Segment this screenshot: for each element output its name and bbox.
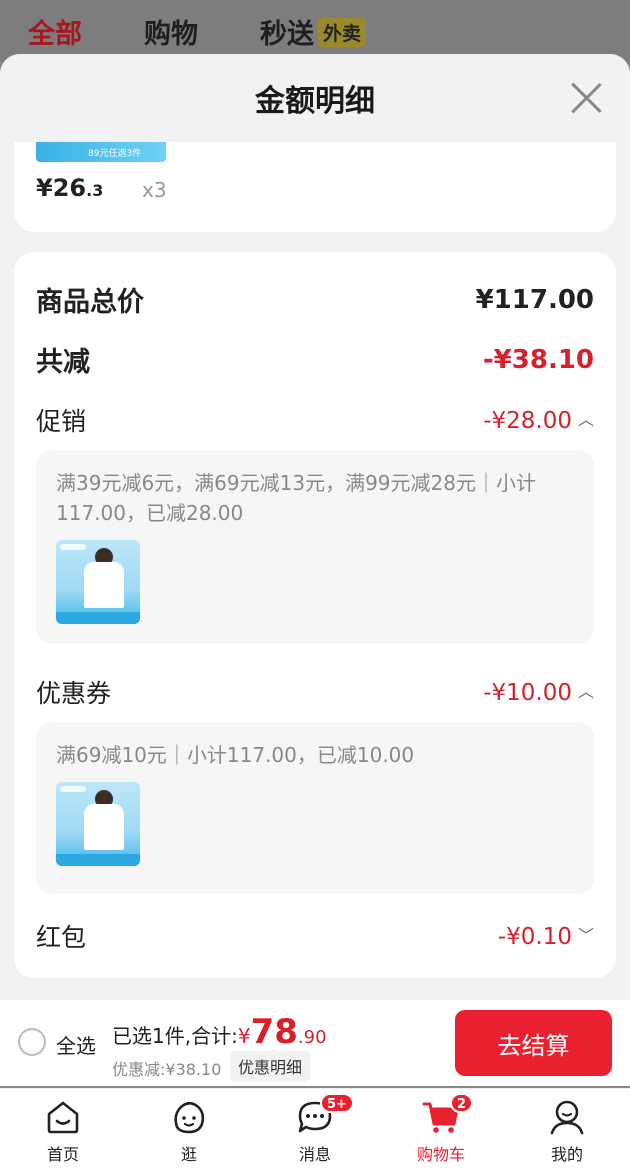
nav-home[interactable]: 首页 — [0, 1089, 126, 1173]
browse-face-icon — [174, 1101, 205, 1134]
currency-symbol: ¥ — [237, 1024, 251, 1048]
reduce-value: -¥38.10 — [482, 344, 594, 375]
select-all-radio[interactable] — [18, 1028, 46, 1056]
redpack-label: 红包 — [36, 923, 87, 952]
messages-badge: 5+ — [320, 1093, 354, 1113]
item-card: 89元任选3件 ¥26.3 x3 — [14, 142, 616, 232]
product-image[interactable] — [56, 782, 140, 866]
selected-text: 已选1件,合计: — [112, 1024, 238, 1048]
checkout-button[interactable]: 去结算 — [455, 1010, 612, 1076]
nav-cart[interactable]: 购物车 2 — [378, 1089, 504, 1173]
sheet-title: 金额明细 — [255, 84, 375, 119]
total-value: ¥117.00 — [475, 284, 594, 315]
coupon-description: 满69减10元｜小计117.00，已减10.00 — [56, 743, 415, 767]
promo-description: 满39元减6元，满69元减13元，满99元减28元｜小计117.00，已减28.… — [56, 471, 536, 525]
nav-cart-label: 购物车 — [416, 1145, 465, 1164]
chevron-up-icon: ︿ — [577, 682, 594, 701]
redpack-row[interactable]: 红包 -¥0.10 ﹀ — [36, 918, 594, 954]
item-quantity: x3 — [142, 178, 167, 202]
amount-decimal: .90 — [297, 1027, 327, 1048]
tab-shopping[interactable]: 购物 — [144, 12, 198, 51]
select-all-label[interactable]: 全选 — [56, 1030, 96, 1059]
item-price-main: ¥26 — [36, 174, 87, 202]
promo-detail-box: 满39元减6元，满69元减13元，满99元减28元｜小计117.00，已减28.… — [36, 450, 594, 644]
thumbnail-promo-text: 89元任选3件 — [88, 149, 142, 159]
reduce-label: 共减 — [36, 347, 90, 378]
product-image[interactable] — [56, 540, 140, 624]
nav-home-label: 首页 — [46, 1145, 79, 1164]
chevron-up-icon: ︿ — [577, 410, 594, 429]
waimai-badge: 外卖 — [318, 17, 367, 47]
nav-messages[interactable]: 消息 5+ — [252, 1089, 378, 1173]
brand-logo — [60, 544, 86, 550]
bottom-nav: 首页 逛 消息 5+ 购物车 2 我的 — [0, 1088, 630, 1173]
cart-badge: 2 — [450, 1093, 474, 1113]
price-breakdown-card: 商品总价 ¥117.00 共减 -¥38.10 促销 -¥28.00 ︿ 满39元… — [14, 252, 616, 978]
total-label: 商品总价 — [36, 287, 144, 318]
nav-mine-label: 我的 — [550, 1145, 583, 1164]
promo-label: 促销 — [36, 407, 87, 436]
profile-icon — [550, 1100, 584, 1135]
product-thumbnail: 89元任选3件 — [36, 142, 166, 162]
checkout-bar: 全选 已选1件,合计:¥78.90 优惠减:¥38.10 优惠明细 去结算 — [0, 1000, 630, 1086]
discount-text: 优惠减:¥38.10 — [112, 1060, 222, 1079]
redpack-value: -¥0.10 — [497, 924, 572, 950]
tab-delivery[interactable]: 秒送 外卖 — [260, 12, 367, 51]
nav-mine[interactable]: 我的 — [504, 1089, 630, 1173]
total-row: 商品总价 ¥117.00 — [36, 280, 594, 319]
coupon-row[interactable]: 优惠券 -¥10.00 ︿ — [36, 674, 594, 710]
total-summary: 已选1件,合计:¥78.90 — [112, 1012, 327, 1052]
tab-all[interactable]: 全部 — [28, 12, 82, 51]
nav-messages-label: 消息 — [298, 1145, 331, 1164]
amount-detail-sheet: 金额明细 89元任选3件 ¥26.3 x3 商品总价 ¥117.00 共减 -¥… — [0, 54, 630, 1000]
tab-delivery-label: 秒送 — [260, 18, 314, 50]
brand-logo — [60, 786, 86, 792]
nav-browse-label: 逛 — [180, 1145, 197, 1164]
tshirt-shape — [84, 562, 124, 608]
coupon-label: 优惠券 — [36, 679, 112, 708]
item-price: ¥26.3 — [36, 174, 103, 202]
promo-row[interactable]: 促销 -¥28.00 ︿ — [36, 402, 594, 438]
item-price-decimal: .3 — [86, 181, 104, 200]
discount-detail-button[interactable]: 优惠明细 — [230, 1051, 311, 1081]
tshirt-shape — [84, 804, 124, 850]
promo-tag-strip — [56, 854, 140, 866]
amount-integer: 78 — [250, 1012, 298, 1052]
promo-value: -¥28.00 — [483, 408, 572, 434]
sheet-header: 金额明细 — [0, 54, 630, 142]
chevron-down-icon: ﹀ — [577, 926, 594, 945]
top-tabs: 全部 购物 秒送 外卖 — [0, 0, 630, 62]
coupon-value: -¥10.00 — [483, 680, 572, 706]
reduce-row: 共减 -¥38.10 — [36, 340, 594, 379]
close-icon[interactable] — [570, 82, 602, 114]
coupon-detail-box: 满69减10元｜小计117.00，已减10.00 — [36, 722, 594, 894]
nav-browse[interactable]: 逛 — [126, 1089, 252, 1173]
promo-tag-strip — [56, 612, 140, 624]
home-icon — [47, 1101, 79, 1134]
